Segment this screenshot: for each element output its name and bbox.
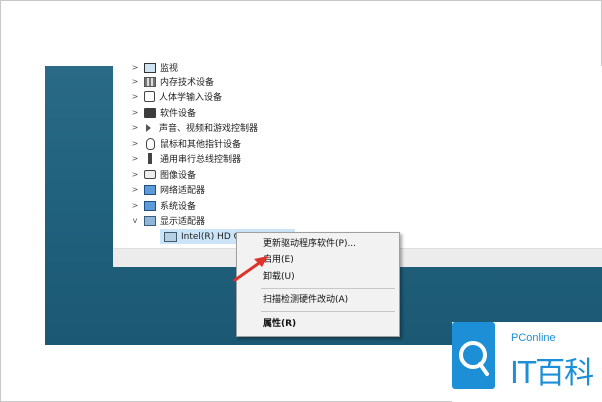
software-device-icon	[144, 107, 156, 118]
tree-item-label: 监视	[160, 64, 179, 74]
expand-chevron-icon[interactable]: >	[130, 108, 140, 117]
menu-item-properties[interactable]: 属性(R)	[263, 317, 296, 331]
tree-item-label: 声音、视频和游戏控制器	[159, 124, 259, 134]
collapse-chevron-icon[interactable]: v	[130, 216, 140, 225]
usb-icon	[148, 153, 152, 164]
menu-separator	[261, 288, 395, 289]
tree-item-label: Intel(R) HD G	[181, 231, 241, 242]
display-adapter-icon	[144, 215, 156, 226]
tree-item-label: 系统设备	[160, 202, 197, 212]
tree-item-memory-devices[interactable]: > 内存技术设备	[130, 74, 390, 89]
tree-item-label: 人体学输入设备	[159, 93, 223, 103]
tree-item-network-adapters[interactable]: > 网络适配器	[130, 182, 390, 197]
menu-separator	[261, 311, 395, 312]
watermark-brand-en: PConline	[511, 332, 556, 344]
tree-item-label: 鼠标和其他指针设备	[160, 140, 242, 150]
tree-item-usb-controllers[interactable]: > 通用串行总线控制器	[130, 151, 390, 166]
tree-item-sound-video[interactable]: > 声音、视频和游戏控制器	[130, 120, 390, 135]
expand-chevron-icon[interactable]: >	[130, 139, 140, 148]
menu-item-scan-hardware-changes[interactable]: 扫描检测硬件改动(A)	[263, 293, 348, 307]
mouse-icon	[146, 137, 155, 150]
camera-icon	[144, 170, 156, 179]
tree-item-label: 显示适配器	[160, 217, 206, 227]
pconline-logo-icon	[452, 322, 495, 389]
tree-item-imaging-devices[interactable]: > 图像设备	[130, 167, 390, 182]
tree-item-label: 通用串行总线控制器	[160, 155, 242, 165]
expand-chevron-icon[interactable]: >	[130, 77, 140, 86]
tree-item-hid[interactable]: > 人体学输入设备	[130, 89, 390, 104]
gpu-icon	[164, 231, 177, 242]
tree-item-label: 软件设备	[160, 109, 197, 119]
network-adapter-icon	[144, 184, 156, 195]
hid-icon	[144, 91, 155, 102]
red-arrow-icon	[233, 256, 268, 282]
tree-item-system-devices[interactable]: > 系统设备	[130, 198, 390, 213]
watermark-logo: PConline IT百科	[452, 322, 602, 402]
tree-item-label: 网络适配器	[160, 186, 206, 196]
system-device-icon	[144, 200, 156, 211]
expand-chevron-icon[interactable]: >	[130, 154, 140, 163]
expand-chevron-icon[interactable]: >	[130, 63, 140, 72]
tree-item-software-devices[interactable]: > 软件设备	[130, 105, 390, 120]
expand-chevron-icon[interactable]: >	[130, 92, 140, 101]
tree-item-label: 图像设备	[160, 171, 197, 181]
expand-chevron-icon[interactable]: >	[130, 123, 140, 132]
memory-device-icon	[144, 76, 156, 87]
tree-item-label: 内存技术设备	[160, 78, 215, 88]
expand-chevron-icon[interactable]: >	[130, 201, 140, 210]
watermark-brand-cn: IT百科	[510, 356, 594, 391]
tree-item-mice[interactable]: > 鼠标和其他指针设备	[130, 136, 390, 151]
expand-chevron-icon[interactable]: >	[130, 185, 140, 194]
tree-item-display-adapters[interactable]: v 显示适配器	[130, 213, 390, 228]
tree-item-monitor[interactable]: > 监视	[130, 60, 390, 75]
monitor-icon	[144, 62, 156, 73]
expand-chevron-icon[interactable]: >	[130, 170, 140, 179]
speaker-icon	[146, 123, 151, 132]
